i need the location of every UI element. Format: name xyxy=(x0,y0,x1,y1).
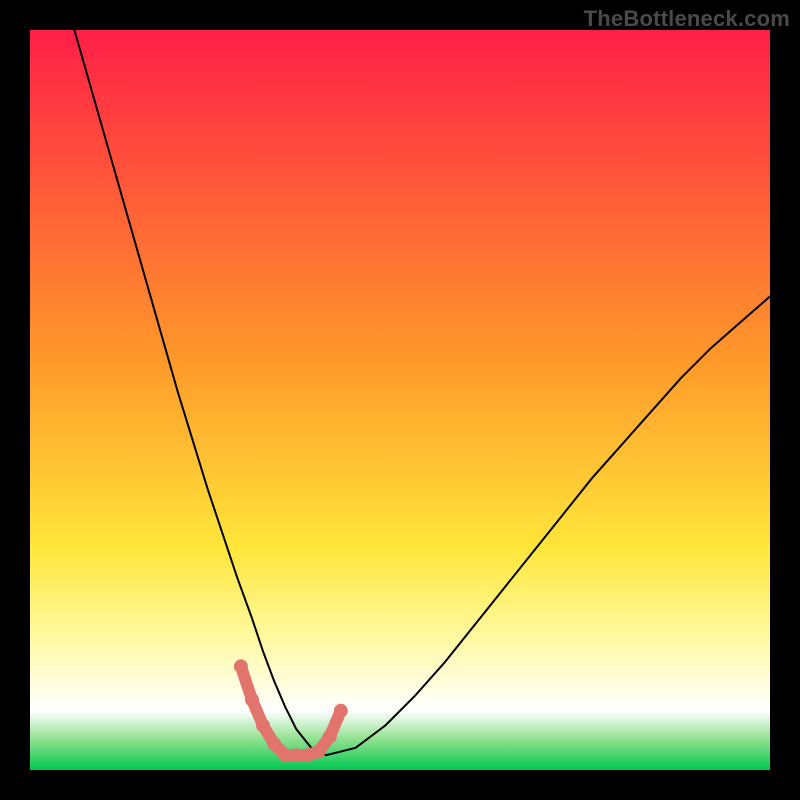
minimum-band-dot xyxy=(234,659,248,673)
bottleneck-chart xyxy=(0,0,800,800)
minimum-band-dot xyxy=(267,737,281,751)
minimum-band-dot xyxy=(256,719,270,733)
minimum-band-dot xyxy=(245,693,259,707)
chart-frame: TheBottleneck.com xyxy=(0,0,800,800)
minimum-band-dot xyxy=(323,730,337,744)
minimum-band-dot xyxy=(312,745,326,759)
watermark-text: TheBottleneck.com xyxy=(584,6,790,32)
plot-background xyxy=(30,30,770,770)
minimum-band-dot xyxy=(334,704,348,718)
